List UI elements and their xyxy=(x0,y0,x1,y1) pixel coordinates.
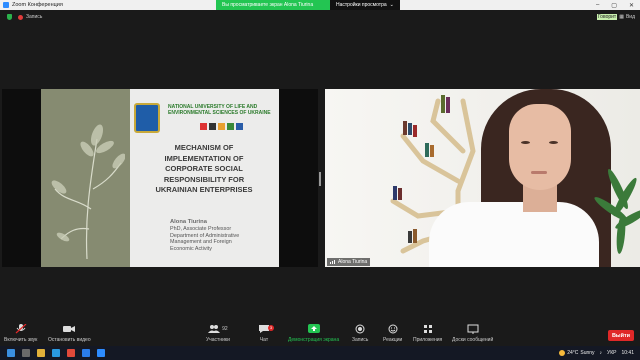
audio-level-icon xyxy=(330,260,335,264)
participants-label: Участники xyxy=(206,337,230,343)
record-circle-icon xyxy=(355,324,365,334)
view-options-button[interactable]: Настройки просмотра ⌄ xyxy=(330,0,400,10)
grid-icon[interactable]: ▦ xyxy=(619,14,624,20)
unmute-button[interactable]: Включить звук xyxy=(4,324,37,343)
share-screen-button[interactable]: Демонстрация экрана xyxy=(288,324,339,343)
meeting-topbar: Запись Говорит ▦ Вид xyxy=(0,10,640,24)
record-icon xyxy=(18,14,23,20)
reactions-button[interactable]: Реакции xyxy=(383,324,402,343)
houseplant-illustration xyxy=(594,168,640,254)
apps-button[interactable]: Приложения xyxy=(413,324,442,343)
chat-unread-badge: 3 xyxy=(268,325,274,331)
participant-name-badge: Alona Tiurina xyxy=(327,258,371,266)
slide-title-line: IMPLEMENTATION OF xyxy=(164,153,244,163)
university-header: NATIONAL UNIVERSITY OF LIFE AND ENVIRONM… xyxy=(134,101,278,137)
recording-label: Запись xyxy=(26,14,43,20)
word-icon[interactable] xyxy=(82,349,90,357)
author-line: Management and Foreign xyxy=(170,239,232,246)
participant-name: Alona Tiurina xyxy=(338,259,368,265)
meeting-toolbar: Включить звук Остановить видео 92 Участн… xyxy=(0,322,640,346)
slide-decor-panel xyxy=(41,89,130,267)
participant-face xyxy=(509,104,571,190)
sun-icon xyxy=(559,350,566,356)
slide-author: Alona Tiurina PhD, Associate Professor D… xyxy=(170,219,278,253)
eye xyxy=(521,141,530,144)
plant-illustration xyxy=(51,124,125,259)
partner-logos xyxy=(200,123,243,130)
apps-label: Приложения xyxy=(413,337,443,343)
slide-title-line: CORPORATE SOCIAL xyxy=(165,164,243,173)
speaking-indicator: Говорит xyxy=(596,14,618,20)
slide-title-line: RESPONSIBILITY FOR xyxy=(163,174,245,184)
file-explorer-icon[interactable] xyxy=(37,349,45,357)
close-icon[interactable]: ✕ xyxy=(629,2,634,9)
speaker-icon[interactable]: ♪ xyxy=(600,350,603,356)
presentation-slide: NATIONAL UNIVERSITY OF LIFE AND ENVIRONM… xyxy=(41,89,279,267)
unmute-label: Включить звук xyxy=(4,337,38,343)
author-name: Alona Tiurina xyxy=(170,219,207,225)
university-crest-icon xyxy=(134,103,160,133)
viewing-banner: Вы просматриваете экран Alona Tiurina xyxy=(216,0,330,10)
logo-icon xyxy=(209,123,216,130)
share-screen-label: Демонстрация экрана xyxy=(288,337,340,343)
logo-icon xyxy=(200,123,207,130)
slide-title-line: UKRAINIAN ENTERPRISES xyxy=(155,185,253,194)
language-indicator[interactable]: УКР xyxy=(607,350,616,356)
slide-title-line: MECHANISM OF xyxy=(174,143,234,152)
whiteboard-icon xyxy=(467,324,479,334)
whiteboards-label: Доски сообщений xyxy=(452,337,494,343)
apps-icon xyxy=(423,325,432,333)
windows-taskbar: 24°C Sunny ♪ УКР 10:41 xyxy=(0,346,640,360)
browser-icon[interactable] xyxy=(52,349,60,357)
author-line: PhD, Associate Professor xyxy=(170,225,232,232)
camera-icon xyxy=(63,326,76,332)
view-options-label: Настройки просмотра xyxy=(336,2,387,8)
split-resize-handle[interactable] xyxy=(319,172,321,186)
chat-label: Чат xyxy=(259,337,269,343)
weather-temp: 24°C xyxy=(567,350,579,356)
zoom-taskbar-icon[interactable] xyxy=(97,349,105,357)
maximize-icon[interactable]: ▢ xyxy=(611,2,617,9)
university-name: NATIONAL UNIVERSITY OF LIFE AND ENVIRONM… xyxy=(168,104,271,116)
leave-meeting-button[interactable]: Выйти xyxy=(608,330,634,341)
participants-button[interactable]: 92 Участники xyxy=(206,324,230,343)
author-line: Economic Activity xyxy=(170,246,212,253)
participant-video[interactable] xyxy=(325,89,640,267)
mic-muted-icon xyxy=(15,324,27,334)
shared-screen: NATIONAL UNIVERSITY OF LIFE AND ENVIRONM… xyxy=(2,89,318,267)
record-button[interactable]: Запись xyxy=(352,324,368,343)
mouth xyxy=(531,171,547,174)
logo-icon xyxy=(218,123,225,130)
viewing-text: Вы просматриваете экран Alona Tiurina xyxy=(222,2,314,8)
participants-icon xyxy=(208,325,221,333)
search-icon[interactable] xyxy=(22,349,30,357)
author-line: Department of Administrative xyxy=(170,232,240,239)
eye xyxy=(549,141,558,144)
slide-title: MECHANISM OF IMPLEMENTATION OF CORPORATE… xyxy=(138,143,270,196)
logo-icon xyxy=(227,123,234,130)
chevron-down-icon: ⌄ xyxy=(389,2,394,8)
participant-shirt xyxy=(429,202,599,267)
start-icon[interactable] xyxy=(7,349,15,357)
participants-count: 92 xyxy=(222,326,228,332)
app-icon[interactable] xyxy=(67,349,75,357)
zoom-icon xyxy=(3,2,9,8)
shield-icon[interactable] xyxy=(7,14,12,20)
weather-text: Sunny xyxy=(580,350,595,356)
share-screen-icon xyxy=(307,324,320,333)
stop-video-button[interactable]: Остановить видео xyxy=(48,324,91,343)
minimize-icon[interactable]: – xyxy=(596,2,599,9)
reactions-label: Реакции xyxy=(383,337,403,343)
weather-widget[interactable]: 24°C Sunny xyxy=(559,350,595,356)
record-label: Запись xyxy=(352,337,369,343)
stop-video-label: Остановить видео xyxy=(48,337,91,343)
logo-icon xyxy=(236,123,243,130)
clock[interactable]: 10:41 xyxy=(621,350,634,356)
smiley-icon xyxy=(388,324,398,334)
view-button[interactable]: Вид xyxy=(626,14,635,20)
whiteboards-button[interactable]: Доски сообщений xyxy=(452,324,493,343)
